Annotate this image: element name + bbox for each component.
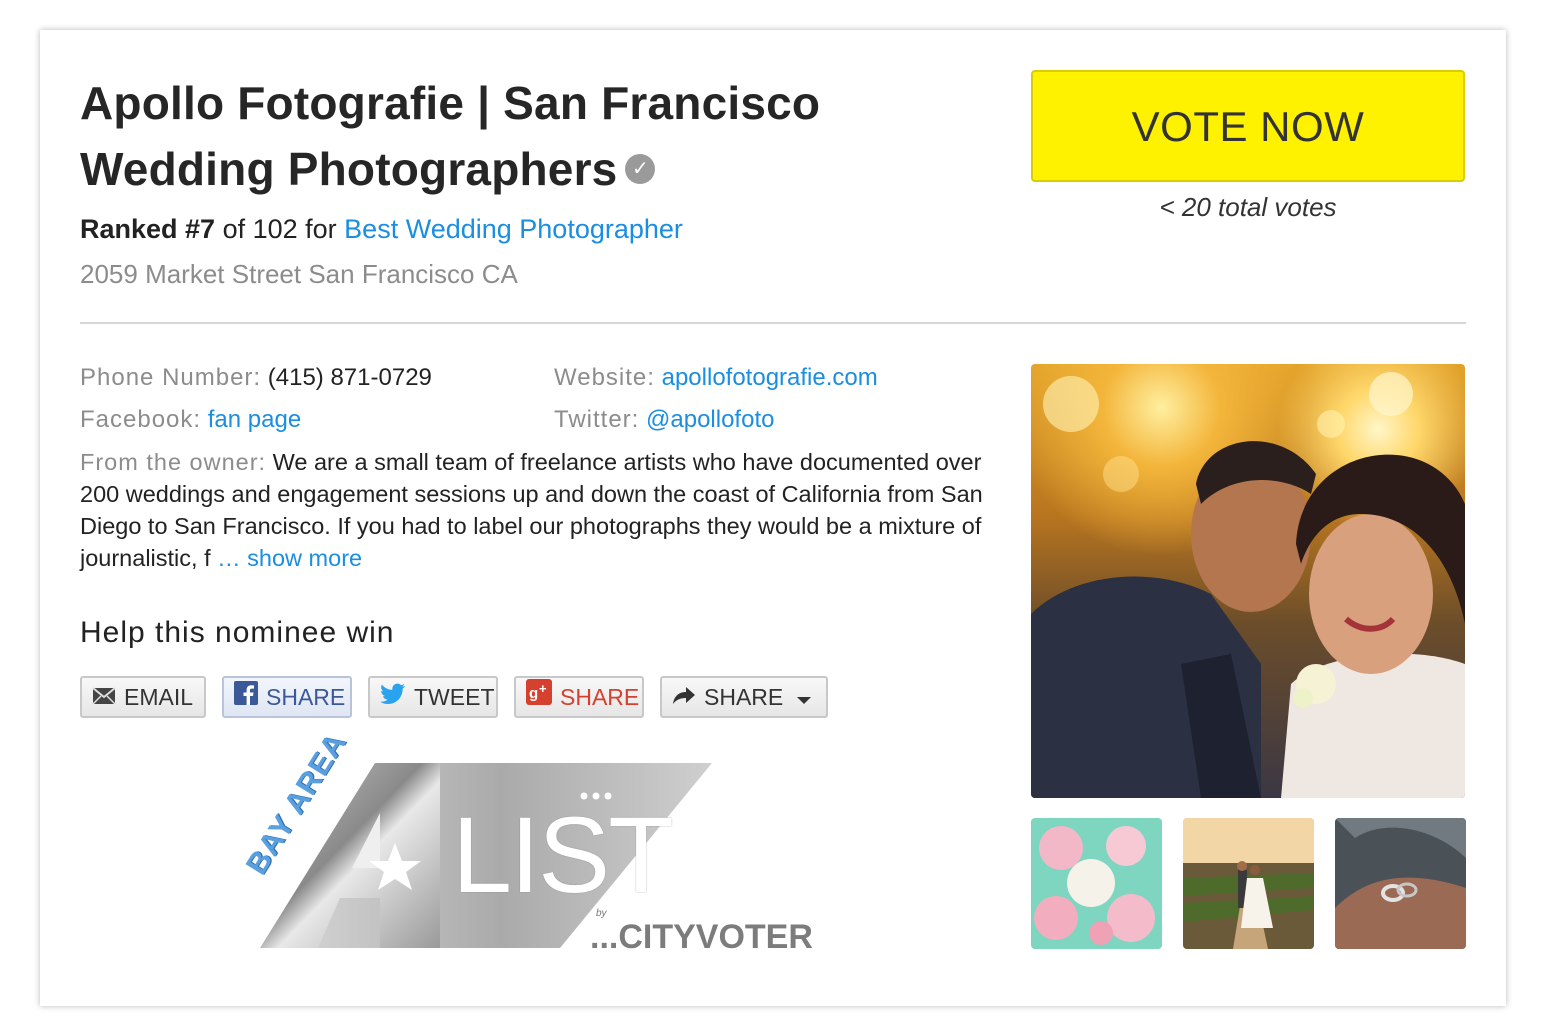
listing-title: Apollo Fotografie | San Francisco Weddin… (80, 70, 980, 202)
show-more-link[interactable]: … show more (217, 545, 362, 571)
email-button[interactable]: EMAIL (80, 676, 206, 718)
thumbnail-vineyard-couple[interactable] (1183, 818, 1314, 949)
phone-value: (415) 871-0729 (267, 364, 432, 391)
badge-cityvoter: ...CITYVOTER (590, 918, 813, 956)
envelope-icon (92, 678, 116, 716)
title-line-2: Wedding Photographers (80, 143, 618, 195)
facebook-icon (234, 678, 258, 716)
bay-area-a-list-badge: BAY AREA LIST by ...CITYVOTER (240, 727, 840, 958)
help-heading: Help this nominee win (80, 616, 395, 649)
divider (80, 322, 1466, 324)
website-label: Website: (554, 364, 655, 391)
main-photo[interactable] (1031, 364, 1465, 798)
google-plus-icon: g + (526, 678, 552, 716)
google-plus-share-button[interactable]: g + SHARE (514, 676, 644, 718)
email-label: EMAIL (124, 684, 194, 710)
tweet-button[interactable]: TWEET (368, 676, 498, 718)
website-link[interactable]: apollofotografie.com (662, 364, 878, 391)
twitter-bird-icon (380, 678, 406, 716)
rank-label: Ranked #7 (80, 214, 216, 244)
vote-now-button[interactable]: VOTE NOW (1031, 70, 1465, 182)
chevron-down-icon (797, 678, 812, 716)
title-line-1: Apollo Fotografie | San Francisco (80, 77, 821, 129)
twitter-link[interactable]: @apollofoto (646, 406, 774, 433)
share-arrow-icon (672, 678, 696, 716)
twitter-label: Twitter: (554, 406, 640, 433)
facebook-link[interactable]: fan page (208, 406, 301, 433)
phone-label: Phone Number: (80, 364, 262, 391)
phone-row: Phone Number: (415) 871-0729 (80, 363, 432, 393)
rank-of: of 102 for (215, 214, 345, 244)
verified-check-icon: ✓ (625, 153, 656, 184)
svg-text:g: g (529, 685, 538, 702)
owner-description: From the owner: We are a small team of f… (80, 446, 985, 574)
twitter-row: Twitter: @apollofoto (554, 405, 774, 435)
listing-card: Apollo Fotografie | San Francisco Weddin… (40, 30, 1506, 1006)
facebook-label: Facebook: (80, 406, 202, 433)
category-link[interactable]: Best Wedding Photographer (344, 214, 683, 244)
more-share-button[interactable]: SHARE (660, 676, 828, 718)
address: 2059 Market Street San Francisco CA (80, 259, 518, 289)
facebook-row: Facebook: fan page (80, 405, 301, 435)
website-row: Website: apollofotografie.com (554, 363, 878, 393)
owner-label: From the owner: (80, 449, 267, 475)
more-share-label: SHARE (704, 684, 784, 710)
ranking: Ranked #7 of 102 for Best Wedding Photog… (80, 214, 683, 245)
tweet-label: TWEET (414, 684, 495, 710)
facebook-share-label: SHARE (266, 684, 346, 710)
svg-text:+: + (539, 681, 547, 696)
thumbnail-rings[interactable] (1335, 818, 1466, 949)
facebook-share-button[interactable]: SHARE (222, 676, 352, 718)
badge-list: LIST (452, 794, 674, 915)
google-plus-share-label: SHARE (560, 684, 640, 710)
total-votes: < 20 total votes (1159, 192, 1337, 222)
thumbnail-bouquets[interactable] (1031, 818, 1162, 949)
